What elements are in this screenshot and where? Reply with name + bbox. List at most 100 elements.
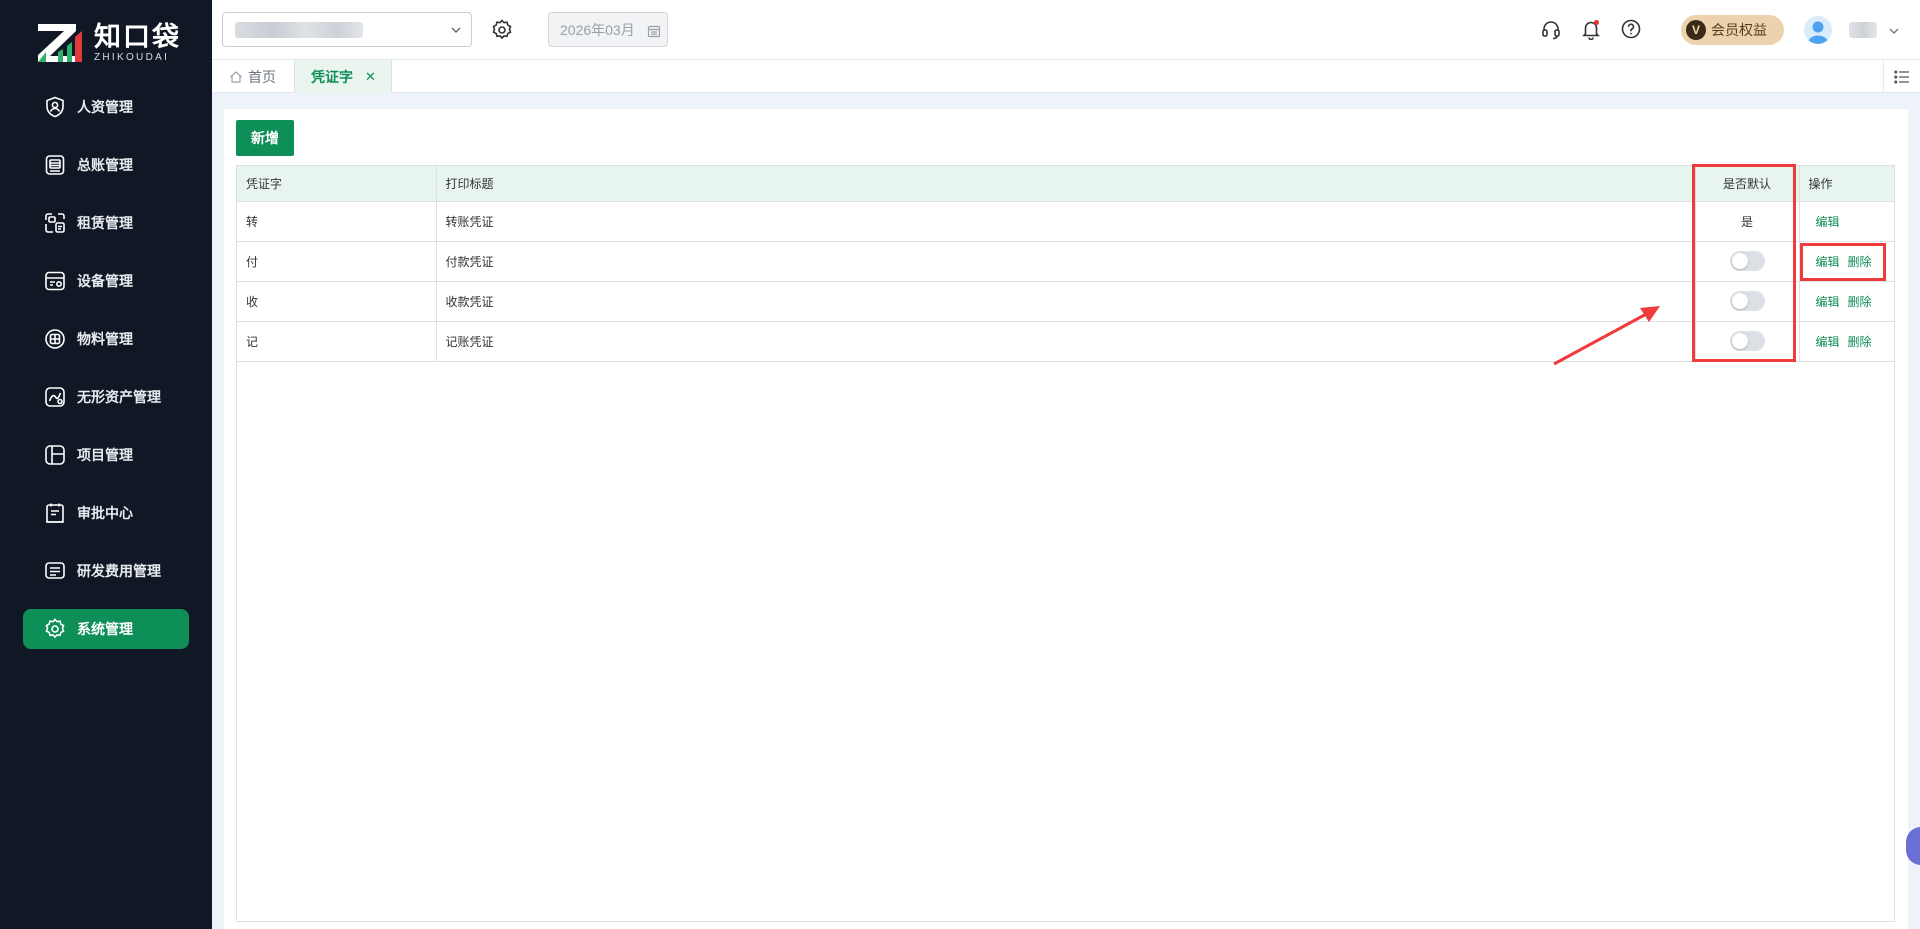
table-header-row: 凭证字 打印标题 是否默认 操作 (237, 166, 1894, 202)
chevron-down-icon (451, 27, 461, 33)
sidebar-item-lease[interactable]: 租赁管理 (23, 203, 189, 243)
sidebar-item-project[interactable]: 项目管理 (23, 435, 189, 475)
vip-badge-icon: V (1686, 20, 1706, 40)
delete-link[interactable]: 删除 (1848, 335, 1872, 349)
period-date-picker[interactable]: 2026年03月 (548, 12, 668, 47)
device-icon (45, 271, 65, 291)
cell-default-value: 是 (1695, 201, 1800, 242)
main-content: 新增 凭证字 打印标题 是否默认 操作 转 转账凭证 是 编辑 付 付款凭证 编… (224, 109, 1908, 929)
approval-icon (46, 503, 64, 523)
column-header-is-default: 是否默认 (1695, 166, 1800, 202)
delete-link[interactable]: 删除 (1848, 295, 1872, 309)
sidebar-item-material[interactable]: 物料管理 (23, 319, 189, 359)
close-icon[interactable]: ✕ (365, 69, 376, 85)
default-toggle-switch[interactable] (1729, 331, 1765, 351)
sidebar-item-label: 总账管理 (77, 157, 133, 173)
sidebar-item-approval[interactable]: 审批中心 (23, 493, 189, 533)
sidebar-item-label: 人资管理 (77, 99, 133, 115)
list-icon (1894, 69, 1909, 84)
column-header-voucher-word: 凭证字 (237, 166, 437, 202)
logo-mark-icon (38, 24, 82, 62)
bell-icon[interactable] (1580, 18, 1602, 40)
table-row: 收 收款凭证 编辑 删除 (237, 281, 1894, 322)
sidebar-item-device[interactable]: 设备管理 (23, 261, 189, 301)
cell-default-toggle (1695, 241, 1800, 282)
cell-voucher-word: 记 (237, 321, 437, 362)
settings-gear-icon[interactable] (490, 18, 514, 42)
cell-default-toggle (1695, 321, 1800, 362)
sidebar-item-label: 设备管理 (77, 273, 133, 289)
ledger-icon (45, 155, 65, 175)
sidebar-item-label: 物料管理 (77, 331, 133, 347)
sidebar-item-label: 项目管理 (77, 447, 133, 463)
avatar[interactable] (1804, 16, 1832, 44)
gear-icon (45, 618, 65, 639)
help-icon[interactable] (1620, 18, 1642, 40)
table-row: 记 记账凭证 编辑 删除 (237, 321, 1894, 362)
tab-home-label: 首页 (248, 68, 276, 85)
sidebar-item-label: 系统管理 (77, 621, 133, 637)
edit-link[interactable]: 编辑 (1816, 295, 1840, 309)
delete-link[interactable]: 删除 (1848, 255, 1872, 269)
cell-print-title: 收款凭证 (436, 281, 1696, 322)
member-benefits-button[interactable]: V 会员权益 (1681, 15, 1784, 45)
column-header-print-title: 打印标题 (436, 166, 1696, 202)
cell-print-title: 记账凭证 (436, 321, 1696, 362)
logo-en-text: ZHIKOUDAI (94, 52, 170, 63)
chat-widget-icon[interactable] (1906, 827, 1920, 865)
cell-actions: 编辑 删除 (1799, 321, 1894, 362)
sidebar: 知口袋 ZHIKOUDAI 人资管理 总账管理 租赁管理 设备管理 物料管理 无… (0, 0, 212, 929)
user-shield-icon (46, 96, 64, 118)
sidebar-item-label: 无形资产管理 (77, 389, 161, 405)
sidebar-item-ledger[interactable]: 总账管理 (23, 145, 189, 185)
company-name-redacted (235, 22, 363, 38)
sidebar-item-label: 审批中心 (77, 505, 133, 521)
sidebar-item-rd-expense[interactable]: 研发费用管理 (23, 551, 189, 591)
intangible-asset-icon (45, 387, 65, 407)
logo-cn-text: 知口袋 (94, 22, 181, 52)
sidebar-nav: 人资管理 总账管理 租赁管理 设备管理 物料管理 无形资产管理 项目管理 审批中… (0, 87, 212, 667)
cell-print-title: 付款凭证 (436, 241, 1696, 282)
member-benefits-label: 会员权益 (1711, 22, 1767, 38)
cell-actions: 编辑 删除 (1799, 281, 1894, 322)
chevron-down-icon[interactable] (1887, 24, 1901, 38)
home-icon (230, 70, 242, 83)
top-header: 2026年03月 V 会员权益 (212, 0, 1920, 60)
table-row: 付 付款凭证 编辑 删除 (237, 241, 1894, 282)
edit-link[interactable]: 编辑 (1816, 335, 1840, 349)
sidebar-item-system[interactable]: 系统管理 (23, 609, 189, 649)
app-logo[interactable]: 知口袋 ZHIKOUDAI (36, 22, 181, 64)
sidebar-item-label: 研发费用管理 (77, 563, 161, 579)
sidebar-item-label: 租赁管理 (77, 215, 133, 231)
edit-link[interactable]: 编辑 (1816, 255, 1840, 269)
material-icon (45, 329, 65, 349)
sidebar-item-hr[interactable]: 人资管理 (23, 87, 189, 127)
tab-home[interactable]: 首页 (229, 60, 276, 93)
edit-link[interactable]: 编辑 (1816, 215, 1840, 229)
add-button[interactable]: 新增 (236, 120, 294, 156)
cell-voucher-word: 收 (237, 281, 437, 322)
lease-icon (45, 213, 65, 233)
rd-expense-icon (45, 562, 65, 579)
column-header-actions: 操作 (1799, 166, 1894, 202)
cell-default-toggle (1695, 281, 1800, 322)
tab-bar: 首页 凭证字 ✕ (212, 60, 1920, 93)
cell-actions: 编辑 (1799, 201, 1894, 242)
cell-voucher-word: 付 (237, 241, 437, 282)
cell-print-title: 转账凭证 (436, 201, 1696, 242)
username-redacted (1849, 22, 1877, 38)
tab-voucher-word[interactable]: 凭证字 ✕ (294, 60, 392, 93)
default-toggle-switch[interactable] (1729, 251, 1765, 271)
default-toggle-switch[interactable] (1729, 291, 1765, 311)
headset-icon[interactable] (1540, 18, 1562, 40)
cell-actions: 编辑 删除 (1799, 241, 1894, 282)
sidebar-item-intangible-asset[interactable]: 无形资产管理 (23, 377, 189, 417)
project-icon (45, 445, 65, 465)
company-select[interactable] (222, 12, 472, 47)
tab-list-menu[interactable] (1883, 60, 1920, 93)
user-avatar-icon (1807, 21, 1829, 44)
calendar-icon (647, 25, 661, 38)
voucher-word-table: 凭证字 打印标题 是否默认 操作 转 转账凭证 是 编辑 付 付款凭证 编辑 删… (236, 165, 1895, 922)
period-date-value: 2026年03月 (560, 21, 635, 38)
tab-voucher-word-label: 凭证字 (311, 68, 353, 85)
